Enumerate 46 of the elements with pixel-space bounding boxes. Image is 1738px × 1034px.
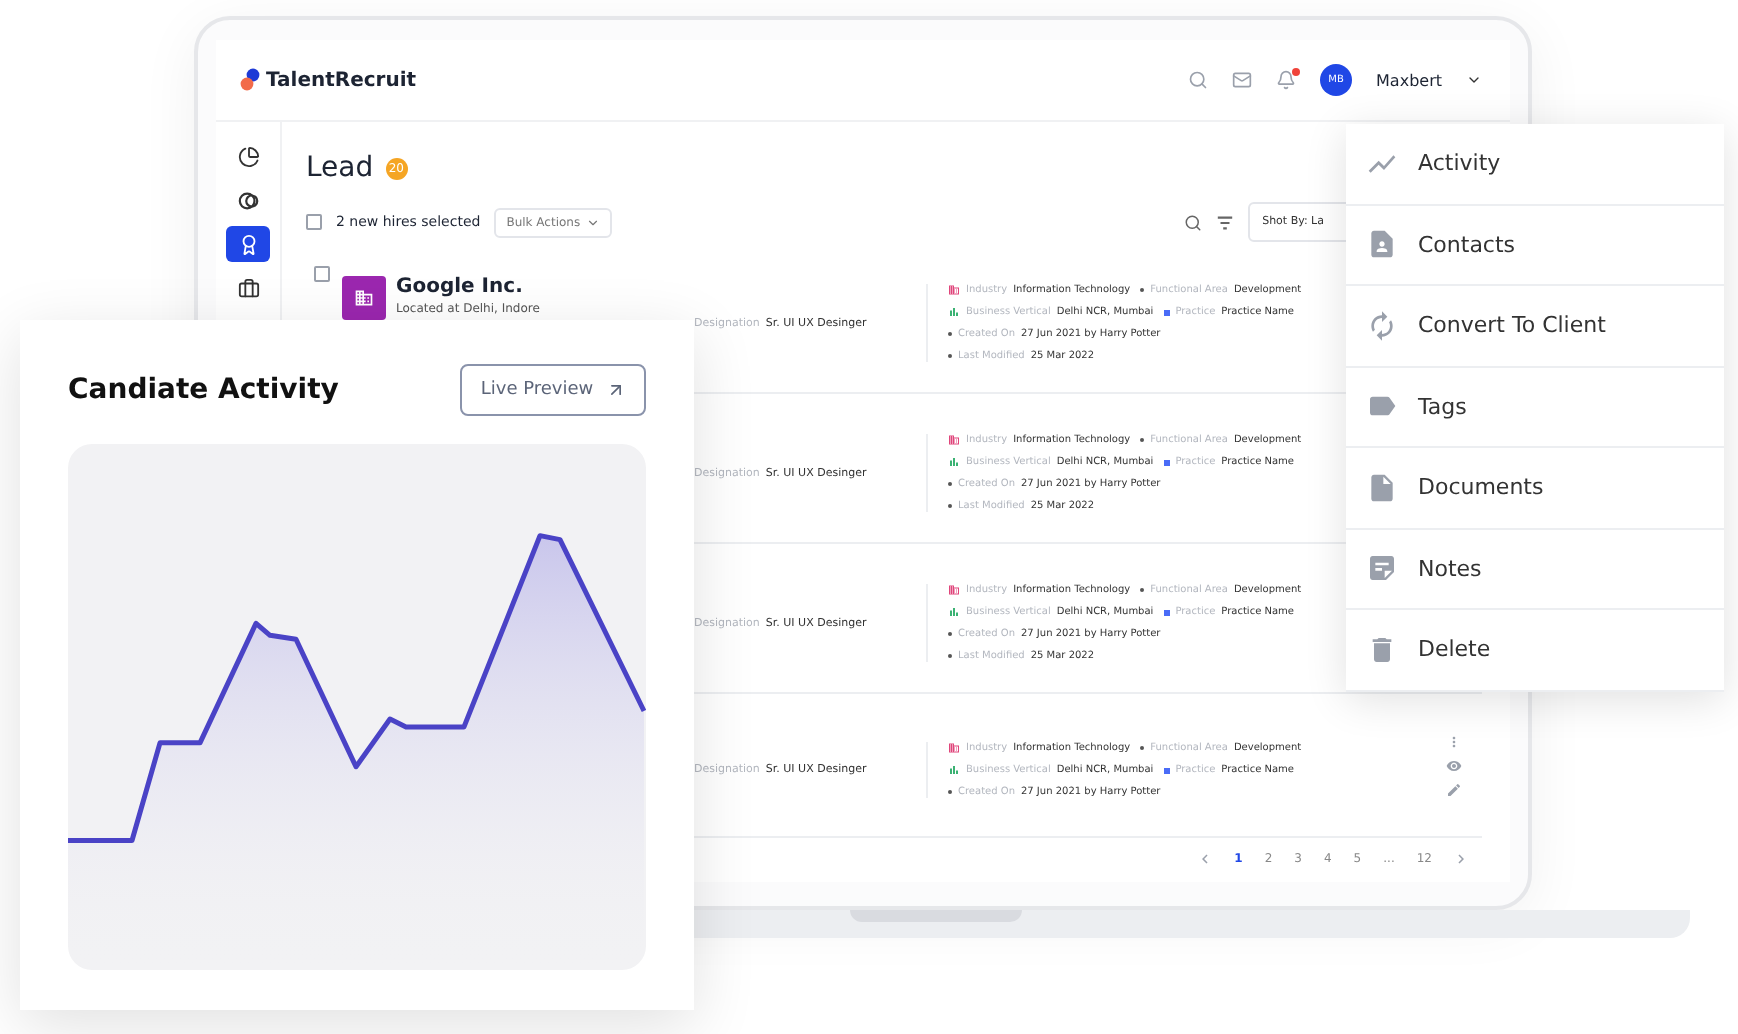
sidebar-item[interactable] bbox=[226, 226, 270, 262]
bell-icon[interactable] bbox=[1276, 70, 1297, 90]
chart-icon bbox=[948, 456, 960, 468]
menu-item[interactable]: Convert To Client bbox=[1346, 286, 1724, 367]
menu-item[interactable]: Delete bbox=[1346, 610, 1724, 691]
briefcase-icon bbox=[237, 277, 259, 299]
refresh-icon bbox=[1366, 309, 1398, 342]
row-checkbox[interactable] bbox=[314, 266, 330, 282]
menu-item[interactable]: Notes bbox=[1346, 529, 1724, 610]
arrow-up-right-icon bbox=[605, 380, 626, 400]
chart-icon bbox=[948, 764, 960, 776]
square-marker bbox=[1163, 767, 1170, 773]
filter-icon[interactable] bbox=[1216, 213, 1235, 231]
menu-item[interactable]: Tags bbox=[1346, 367, 1724, 448]
company-name: Google Inc. bbox=[396, 276, 525, 298]
user-name[interactable]: Maxbert bbox=[1376, 71, 1442, 89]
live-preview-button[interactable]: Live Preview bbox=[460, 364, 646, 416]
note-icon bbox=[1366, 552, 1398, 585]
award-icon bbox=[237, 233, 259, 255]
building-icon bbox=[948, 434, 960, 446]
logo-text: TalentRecruit bbox=[266, 69, 417, 91]
square-marker bbox=[1163, 609, 1170, 615]
chart-icon bbox=[948, 606, 960, 618]
square-marker bbox=[1163, 459, 1170, 465]
chevron-down-icon bbox=[586, 215, 601, 229]
document-icon bbox=[1366, 471, 1398, 504]
logo-icon bbox=[240, 68, 260, 92]
menu-item[interactable]: Contacts bbox=[1346, 205, 1724, 286]
pie-chart-icon bbox=[237, 145, 259, 167]
square-marker bbox=[1163, 309, 1170, 315]
search-icon[interactable] bbox=[1184, 213, 1203, 231]
chart-icon bbox=[948, 306, 960, 318]
card-title: Candiate Activity bbox=[68, 374, 339, 406]
menu-item[interactable]: Activity bbox=[1346, 124, 1724, 205]
select-checkbox[interactable] bbox=[306, 214, 322, 230]
page-title: Lead bbox=[306, 152, 374, 184]
chevron-right-icon[interactable] bbox=[1452, 850, 1470, 868]
building-icon bbox=[948, 284, 960, 296]
mail-icon[interactable] bbox=[1232, 70, 1253, 90]
rings-icon bbox=[237, 189, 259, 211]
search-icon[interactable] bbox=[1188, 70, 1209, 90]
building-icon bbox=[948, 742, 960, 754]
building-icon bbox=[948, 584, 960, 596]
caret-icon[interactable] bbox=[1466, 72, 1482, 88]
contact-card-icon bbox=[1366, 228, 1398, 261]
menu-item[interactable]: Documents bbox=[1346, 448, 1724, 529]
